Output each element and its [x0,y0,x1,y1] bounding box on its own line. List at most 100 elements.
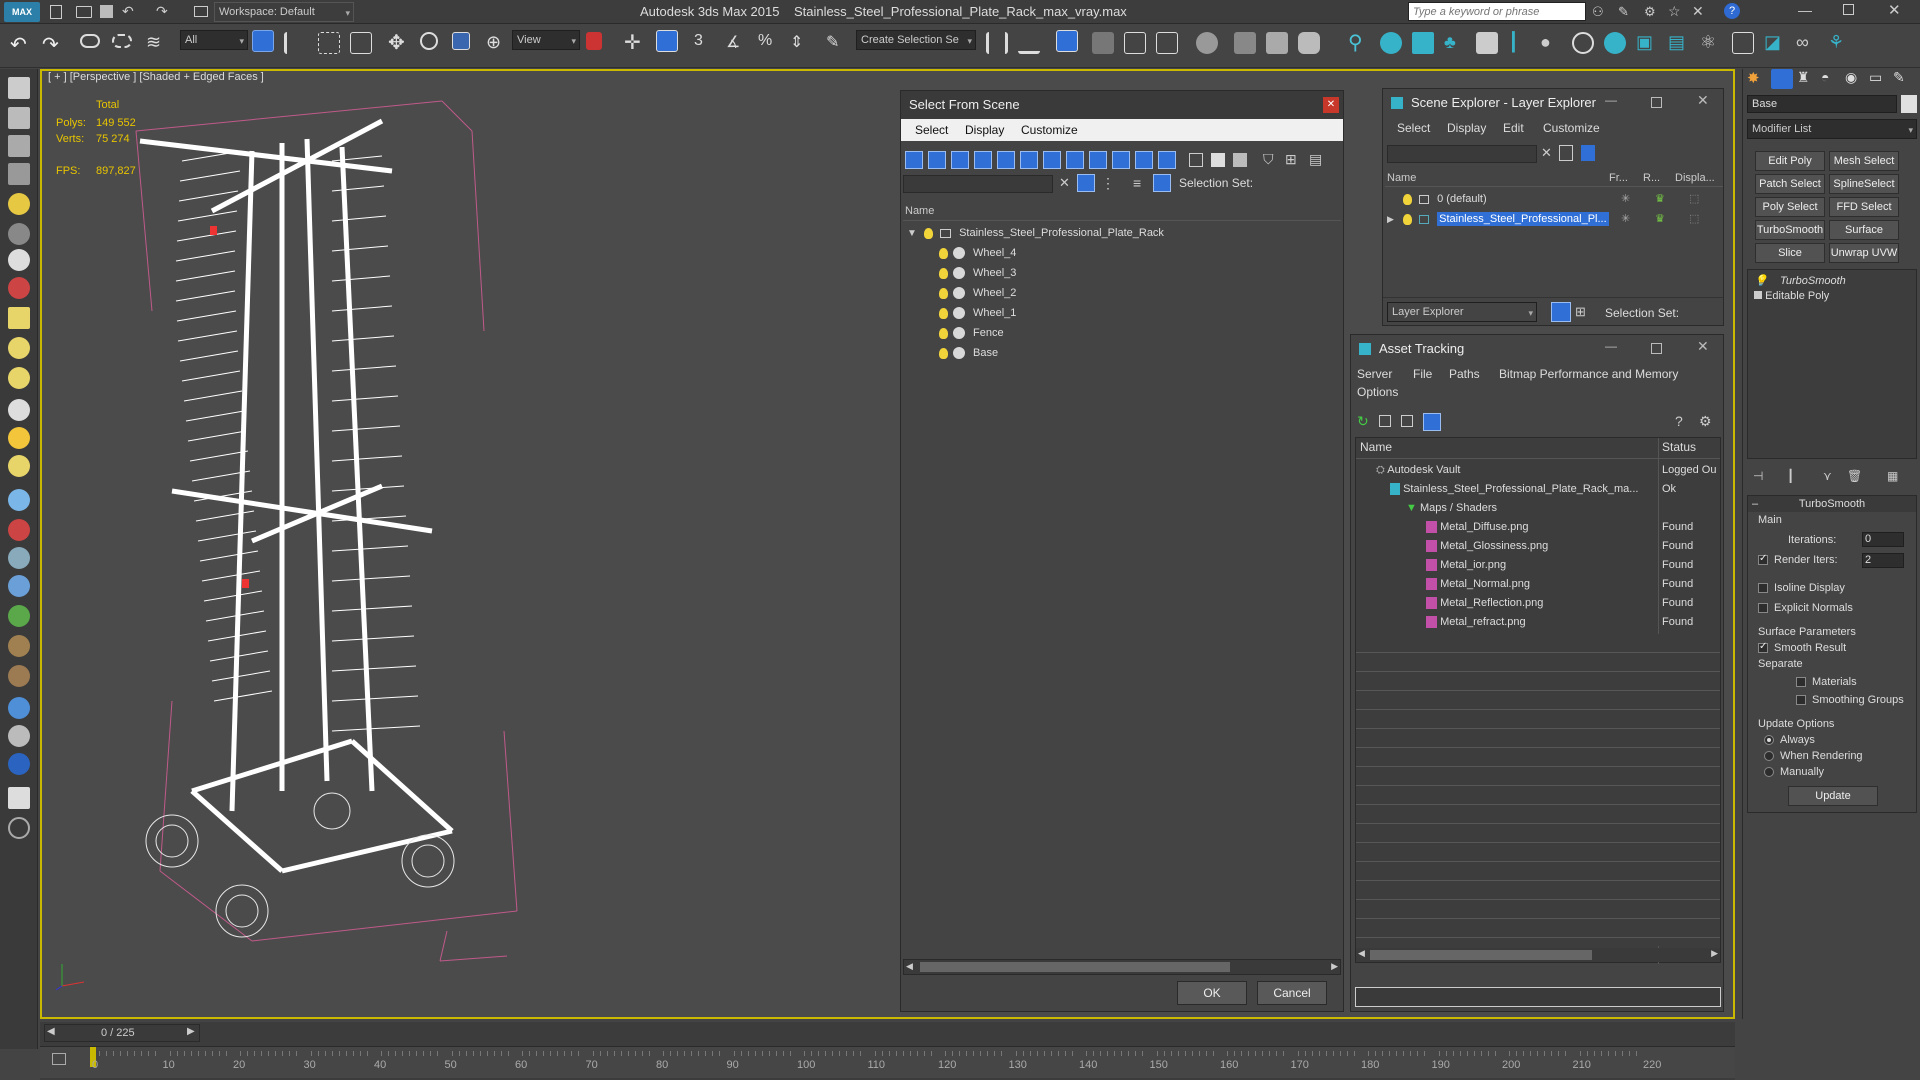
camera-tool-icon[interactable] [8,277,30,299]
batch-icon[interactable] [8,135,30,157]
tree-child-row[interactable]: Wheel_2 [939,283,1016,303]
column-name[interactable]: Name [1387,172,1416,184]
named-selection-sets-dropdown[interactable]: Create Selection Se ▾ [856,30,976,50]
materials-row[interactable]: Materials [1796,676,1857,688]
menu-select[interactable]: Select [1397,121,1430,135]
add-to-layer-icon[interactable] [1581,145,1595,161]
expand-arrow-icon[interactable]: ▼ [907,228,917,239]
scene-converter-icon[interactable] [8,753,30,775]
unwrap-uvw-button[interactable]: Unwrap UVW [1829,243,1899,263]
undo-icon[interactable]: ↶ [10,32,32,56]
render-setup-icon[interactable] [1234,32,1256,54]
link-icon[interactable] [80,34,100,48]
stack-item-editable-poly[interactable]: Editable Poly [1754,290,1829,302]
menu-options[interactable]: Options [1357,385,1398,399]
align-icon[interactable] [1018,32,1040,54]
light-bulb-icon[interactable] [939,327,948,339]
when-rendering-radio[interactable] [1764,751,1774,762]
redo-title-icon[interactable]: ↷ [156,3,168,20]
column-display[interactable]: Displa... [1675,172,1715,184]
tree-child-row[interactable]: Base [939,343,998,363]
new-file-icon[interactable] [50,5,62,19]
tools-icon[interactable]: ✎ [1618,4,1629,20]
help-icon[interactable]: ? [1675,413,1683,429]
vray-render-icon[interactable] [8,223,30,245]
track-bar[interactable]: 0 10 20 30 40 50 60 70 80 90 100 110 120 130 140 150 160… [40,1046,1735,1078]
collapse-all-icon[interactable]: ▤ [1309,151,1322,168]
omni-light-icon[interactable] [8,455,30,477]
vray-mesh-icon[interactable]: ┃ [1508,32,1530,54]
hierarchy-icon[interactable]: ⊞ [1285,151,1297,168]
explicit-normals-row[interactable]: Explicit Normals [1758,602,1853,614]
mesh-select-button[interactable]: Mesh Select [1829,151,1899,171]
select-object-icon[interactable] [252,30,274,52]
close-icon[interactable]: ✕ [1697,338,1709,355]
activeshade-icon[interactable]: ⚲ [1348,30,1370,54]
box-tool-icon[interactable] [8,307,30,329]
rendered-frame-icon[interactable] [1266,32,1288,54]
tree-child-row[interactable]: Wheel_4 [939,243,1016,263]
binoculars-icon[interactable]: ⚇ [1592,4,1604,20]
selection-filter-dropdown[interactable]: All ▾ [180,30,248,50]
tree-child-row[interactable]: Fence [939,323,1004,343]
move-icon[interactable]: ✥ [388,30,410,54]
edit-poly-button[interactable]: Edit Poly [1755,151,1825,171]
freeze-icon[interactable]: ✳ [1621,189,1630,209]
globe-icon[interactable] [8,575,30,597]
display-groups-icon[interactable] [1043,151,1061,169]
scene-search-field[interactable] [903,175,1053,193]
asset-row[interactable]: Metal_ior.png Found [1426,555,1722,575]
explorer-type-dropdown[interactable]: Layer Explorer ▾ [1387,302,1537,322]
light-bulb-icon[interactable] [939,287,948,299]
maximize-icon[interactable] [1651,343,1662,354]
asset-row[interactable]: Metal_refract.png Found [1426,612,1722,632]
light-bulb-icon[interactable] [939,267,948,279]
slice-button[interactable]: Slice [1755,243,1825,263]
subscription-icon[interactable]: ⚙ [1644,4,1656,20]
asset-row[interactable]: ⛭ Autodesk Vault Logged Ou [1376,460,1722,480]
close-window-icon[interactable]: ✕ [1888,1,1901,19]
show-end-result-icon[interactable]: ┃ [1787,469,1794,483]
scroll-right-icon[interactable]: ▶ [1331,961,1338,972]
configure-sets-icon[interactable]: ▦ [1887,469,1898,483]
stack-item-turbosmooth[interactable]: 💡 TurboSmooth [1754,274,1846,287]
sun-icon[interactable] [1380,32,1402,54]
select-manipulate-icon[interactable]: ✛ [624,30,646,54]
ok-button[interactable]: OK [1177,981,1247,1005]
layer-row-plate-rack[interactable]: ▶ Stainless_Steel_Professional_Pl... ✳ ♛… [1387,209,1723,229]
maxscript-icon[interactable] [8,77,30,99]
undo-title-icon[interactable]: ↶ [122,3,134,20]
turbosmooth-button[interactable]: TurboSmooth [1755,220,1825,240]
motion-tab-icon[interactable]: ◓ [1821,69,1829,85]
hierarchy-toggle-icon[interactable]: ⊞ [1575,304,1586,320]
sphere-tool-icon[interactable] [8,367,30,389]
light-bulb-icon[interactable] [923,227,933,239]
filter-funnel-icon[interactable]: ⛉ [1263,151,1274,168]
asset-row[interactable]: Metal_Normal.png Found [1426,574,1722,594]
menu-edit[interactable]: Edit [1503,121,1524,135]
schematic-view-icon[interactable] [1156,32,1178,54]
expand-arrow-icon[interactable]: ▶ [1387,214,1394,224]
close-dialog-icon[interactable]: ✕ [1323,97,1339,113]
window-crossing-icon[interactable] [350,32,372,54]
selection-set-layers-icon[interactable]: ≡ [1133,175,1141,191]
smoothing-groups-checkbox[interactable] [1796,695,1806,706]
when-rendering-row[interactable]: When Rendering [1764,750,1863,762]
minimize-window-icon[interactable]: — [1798,2,1812,18]
surface-select-button[interactable]: Surface Select [1829,220,1899,254]
exchange-icon[interactable]: ✕ [1692,3,1704,20]
vray-frame-icon[interactable] [1412,32,1434,54]
dome-icon[interactable] [8,337,30,359]
render-iters-spinner[interactable]: 2 [1862,553,1904,568]
snaps-toggle-icon[interactable]: 3 [694,32,716,54]
display-containers-icon[interactable] [1112,151,1130,169]
display-bones-icon[interactable] [1089,151,1107,169]
iterations-spinner[interactable]: 0 [1862,532,1904,547]
rollout-header[interactable]: – TurboSmooth [1748,496,1916,512]
display-xrefs-icon[interactable] [1066,151,1084,169]
find-wildcard-icon[interactable]: ⋮ [1101,175,1115,192]
light-bulb-icon[interactable] [939,247,948,259]
display-shapes-icon[interactable] [928,151,946,169]
create-tab-icon[interactable]: ✸ [1747,69,1769,89]
light-icon[interactable] [8,193,30,215]
